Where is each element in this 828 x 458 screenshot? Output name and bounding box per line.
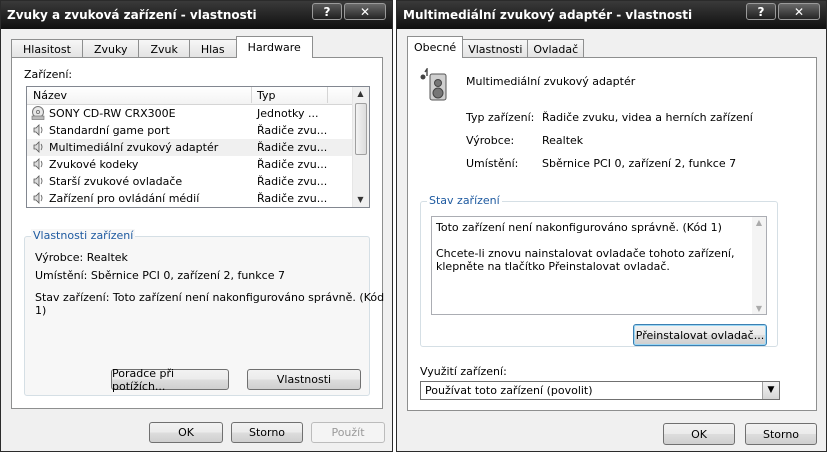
- close-icon: ✕: [793, 4, 805, 19]
- tab-obecne[interactable]: Obecné: [407, 36, 464, 58]
- right-close-button[interactable]: ✕: [778, 3, 820, 20]
- list-header: Název Typ: [27, 87, 353, 105]
- device-type-label: Typ zařízení:: [466, 111, 535, 124]
- device-name: Standardní game port: [49, 124, 170, 137]
- status-line-1: Toto zařízení není nakonfigurováno správ…: [436, 221, 722, 234]
- device-usage-select[interactable]: Používat toto zařízení (povolit) ▼: [420, 381, 780, 400]
- location-label: Umístění:: [466, 157, 519, 170]
- tab-zvuk[interactable]: Zvuk: [138, 39, 190, 58]
- properties-button[interactable]: Vlastnosti: [247, 369, 361, 390]
- device-list[interactable]: Název Typ SONY CD-RW CRX300E Jednotky ..…: [26, 86, 370, 208]
- left-close-button[interactable]: ✕: [344, 3, 386, 20]
- column-header-name[interactable]: Název: [33, 89, 67, 102]
- list-item[interactable]: Multimediální zvukový adaptér Řadiče zvu…: [27, 139, 353, 156]
- sound-device-icon: [33, 192, 43, 204]
- troubleshoot-button[interactable]: Poradce při potížích...: [111, 367, 229, 393]
- device-name: Multimediální zvukový adaptér: [466, 75, 636, 88]
- scroll-down-arrow-icon[interactable]: ▼: [752, 304, 766, 313]
- scroll-up-arrow-icon[interactable]: ▲: [752, 218, 766, 227]
- status-text-line2: 1): [35, 304, 47, 317]
- tab-ovladac[interactable]: Ovladač: [527, 39, 585, 58]
- device-name: SONY CD-RW CRX300E: [49, 107, 176, 120]
- manufacturer-text: Výrobce: Realtek: [35, 251, 128, 264]
- location-value: Sběrnice PCI 0, zařízení 2, funkce 7: [542, 157, 737, 170]
- device-type: Řadiče zvu...: [257, 175, 328, 188]
- left-ok-button[interactable]: OK: [149, 422, 223, 443]
- tab-hlasitost[interactable]: Hlasitost: [11, 39, 83, 58]
- right-titlebar[interactable]: Multimediální zvukový adaptér - vlastnos…: [397, 1, 826, 29]
- device-properties-group: Vlastnosti zařízení Výrobce: Realtek Umí…: [24, 229, 384, 396]
- cd-drive-icon: [31, 106, 45, 120]
- help-icon: ?: [757, 4, 765, 19]
- device-type-value: Řadiče zvuku, videa a herních zařízení: [542, 111, 753, 124]
- reinstall-driver-button[interactable]: Přeinstalovat ovladač...: [633, 324, 767, 346]
- devices-label: Zařízení:: [24, 68, 73, 81]
- column-header-type[interactable]: Typ: [257, 89, 276, 102]
- device-usage-label: Využití zařízení:: [420, 365, 507, 378]
- left-cancel-button[interactable]: Storno: [231, 422, 303, 443]
- status-scrollbar[interactable]: ▲ ▼: [752, 217, 766, 314]
- device-type: Jednotky ...: [257, 107, 319, 120]
- device-usage-value: Používat toto zařízení (povolit): [425, 384, 593, 397]
- list-item[interactable]: Standardní game port Řadiče zvu...: [27, 122, 353, 139]
- location-text: Umístění: Sběrnice PCI 0, zařízení 2, fu…: [35, 269, 285, 282]
- device-status-group: Stav zařízení Toto zařízení není nakonfi…: [420, 194, 778, 347]
- device-name: Multimediální zvukový adaptér: [49, 141, 219, 154]
- general-tab-panel: Multimediální zvukový adaptér Typ zaříze…: [407, 57, 817, 411]
- status-text-line1: Stav zařízení: Toto zařízení není nakonf…: [35, 291, 385, 304]
- device-type: Řadiče zvu...: [257, 192, 328, 205]
- scroll-down-arrow-icon[interactable]: ▼: [353, 193, 368, 207]
- right-window-title: Multimediální zvukový adaptér - vlastnos…: [403, 8, 693, 22]
- scroll-thumb[interactable]: [355, 103, 367, 155]
- speaker-icon: [420, 68, 447, 101]
- left-help-button[interactable]: ?: [312, 3, 342, 20]
- sound-device-icon: [33, 124, 43, 136]
- sound-properties-window: Zvuky a zvuková zařízení - vlastnosti ? …: [0, 0, 393, 452]
- manufacturer-value: Realtek: [542, 134, 584, 147]
- hardware-tab-panel: Zařízení: Název Typ SONY CD-RW CRX300E J…: [11, 57, 384, 409]
- tab-vlastnosti[interactable]: Vlastnosti: [462, 39, 529, 58]
- adapter-properties-window: Multimediální zvukový adaptér - vlastnos…: [396, 0, 827, 452]
- right-ok-button[interactable]: OK: [663, 423, 735, 445]
- close-icon: ✕: [359, 4, 371, 19]
- manufacturer-label: Výrobce:: [466, 134, 515, 147]
- right-cancel-button[interactable]: Storno: [745, 423, 817, 445]
- status-line-3: klepněte na tlačítko Přeinstalovat ovlad…: [436, 260, 670, 273]
- sound-device-icon: [33, 158, 43, 170]
- list-item[interactable]: SONY CD-RW CRX300E Jednotky ...: [27, 105, 353, 122]
- chevron-down-icon[interactable]: ▼: [762, 382, 779, 399]
- device-properties-title: Vlastnosti zařízení: [31, 229, 136, 242]
- list-item[interactable]: Starší zvukové ovladače Řadiče zvu...: [27, 173, 353, 190]
- sound-device-icon: [33, 141, 43, 153]
- device-status-title: Stav zařízení: [427, 194, 502, 207]
- device-list-scrollbar[interactable]: ▲ ▼: [352, 87, 369, 207]
- right-help-button[interactable]: ?: [746, 3, 776, 20]
- sound-device-icon: [33, 175, 43, 187]
- device-type: Řadiče zvu...: [257, 124, 328, 137]
- device-status-textbox[interactable]: Toto zařízení není nakonfigurováno správ…: [431, 216, 767, 315]
- scroll-up-arrow-icon[interactable]: ▲: [353, 87, 368, 101]
- tab-hardware[interactable]: Hardware: [235, 36, 313, 58]
- list-item[interactable]: Zařízení pro ovládání médií Řadiče zvu..…: [27, 190, 353, 207]
- left-window-title: Zvuky a zvuková zařízení - vlastnosti: [7, 8, 257, 22]
- tab-zvuky[interactable]: Zvuky: [81, 39, 140, 58]
- device-name: Zvukové kodeky: [49, 158, 139, 171]
- list-item[interactable]: Zvukové kodeky Řadiče zvu...: [27, 156, 353, 173]
- left-titlebar[interactable]: Zvuky a zvuková zařízení - vlastnosti ? …: [1, 1, 392, 29]
- device-name: Zařízení pro ovládání médií: [49, 192, 200, 205]
- help-icon: ?: [323, 4, 331, 19]
- device-type: Řadiče zvu...: [257, 141, 328, 154]
- apply-button[interactable]: Použít: [311, 422, 385, 443]
- status-line-2: Chcete-li znovu nainstalovat ovladače to…: [436, 247, 735, 260]
- tab-hlas[interactable]: Hlas: [188, 39, 237, 58]
- device-name: Starší zvukové ovladače: [49, 175, 183, 188]
- device-type: Řadiče zvu...: [257, 158, 328, 171]
